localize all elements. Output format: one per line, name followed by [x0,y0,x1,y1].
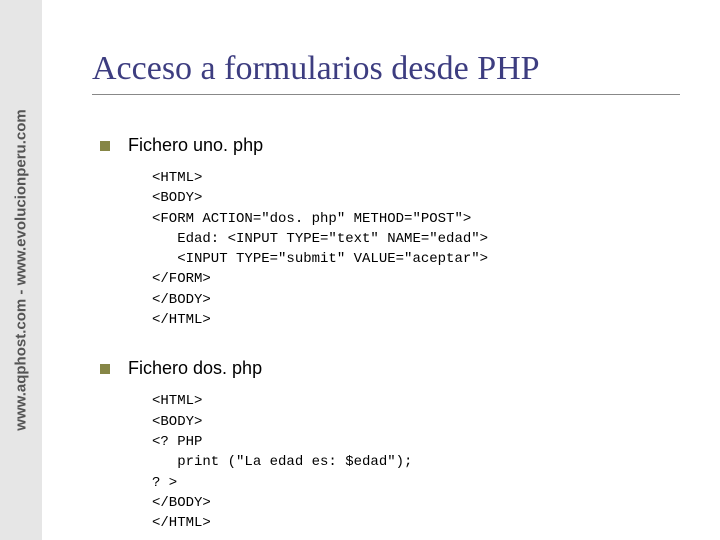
section-header: Fichero dos. php [92,358,680,379]
section-header: Fichero uno. php [92,135,680,156]
slide-page: www.aqphost.com - www.evolucionperu.com … [0,0,720,540]
sidebar-text: www.aqphost.com - www.evolucionperu.com [13,109,30,430]
code-block-uno: <HTML> <BODY> <FORM ACTION="dos. php" ME… [152,168,680,330]
section-title-dos: Fichero dos. php [128,358,262,379]
bullet-icon [100,141,110,151]
section-uno: Fichero uno. php <HTML> <BODY> <FORM ACT… [92,135,680,330]
section-dos: Fichero dos. php <HTML> <BODY> <? PHP pr… [92,358,680,533]
title-divider [92,94,680,95]
code-block-dos: <HTML> <BODY> <? PHP print ("La edad es:… [152,391,680,533]
slide-title: Acceso a formularios desde PHP [92,50,680,88]
section-title-uno: Fichero uno. php [128,135,263,156]
slide-content: Acceso a formularios desde PHP Fichero u… [42,0,720,540]
bullet-icon [100,364,110,374]
sidebar-branding: www.aqphost.com - www.evolucionperu.com [0,0,42,540]
